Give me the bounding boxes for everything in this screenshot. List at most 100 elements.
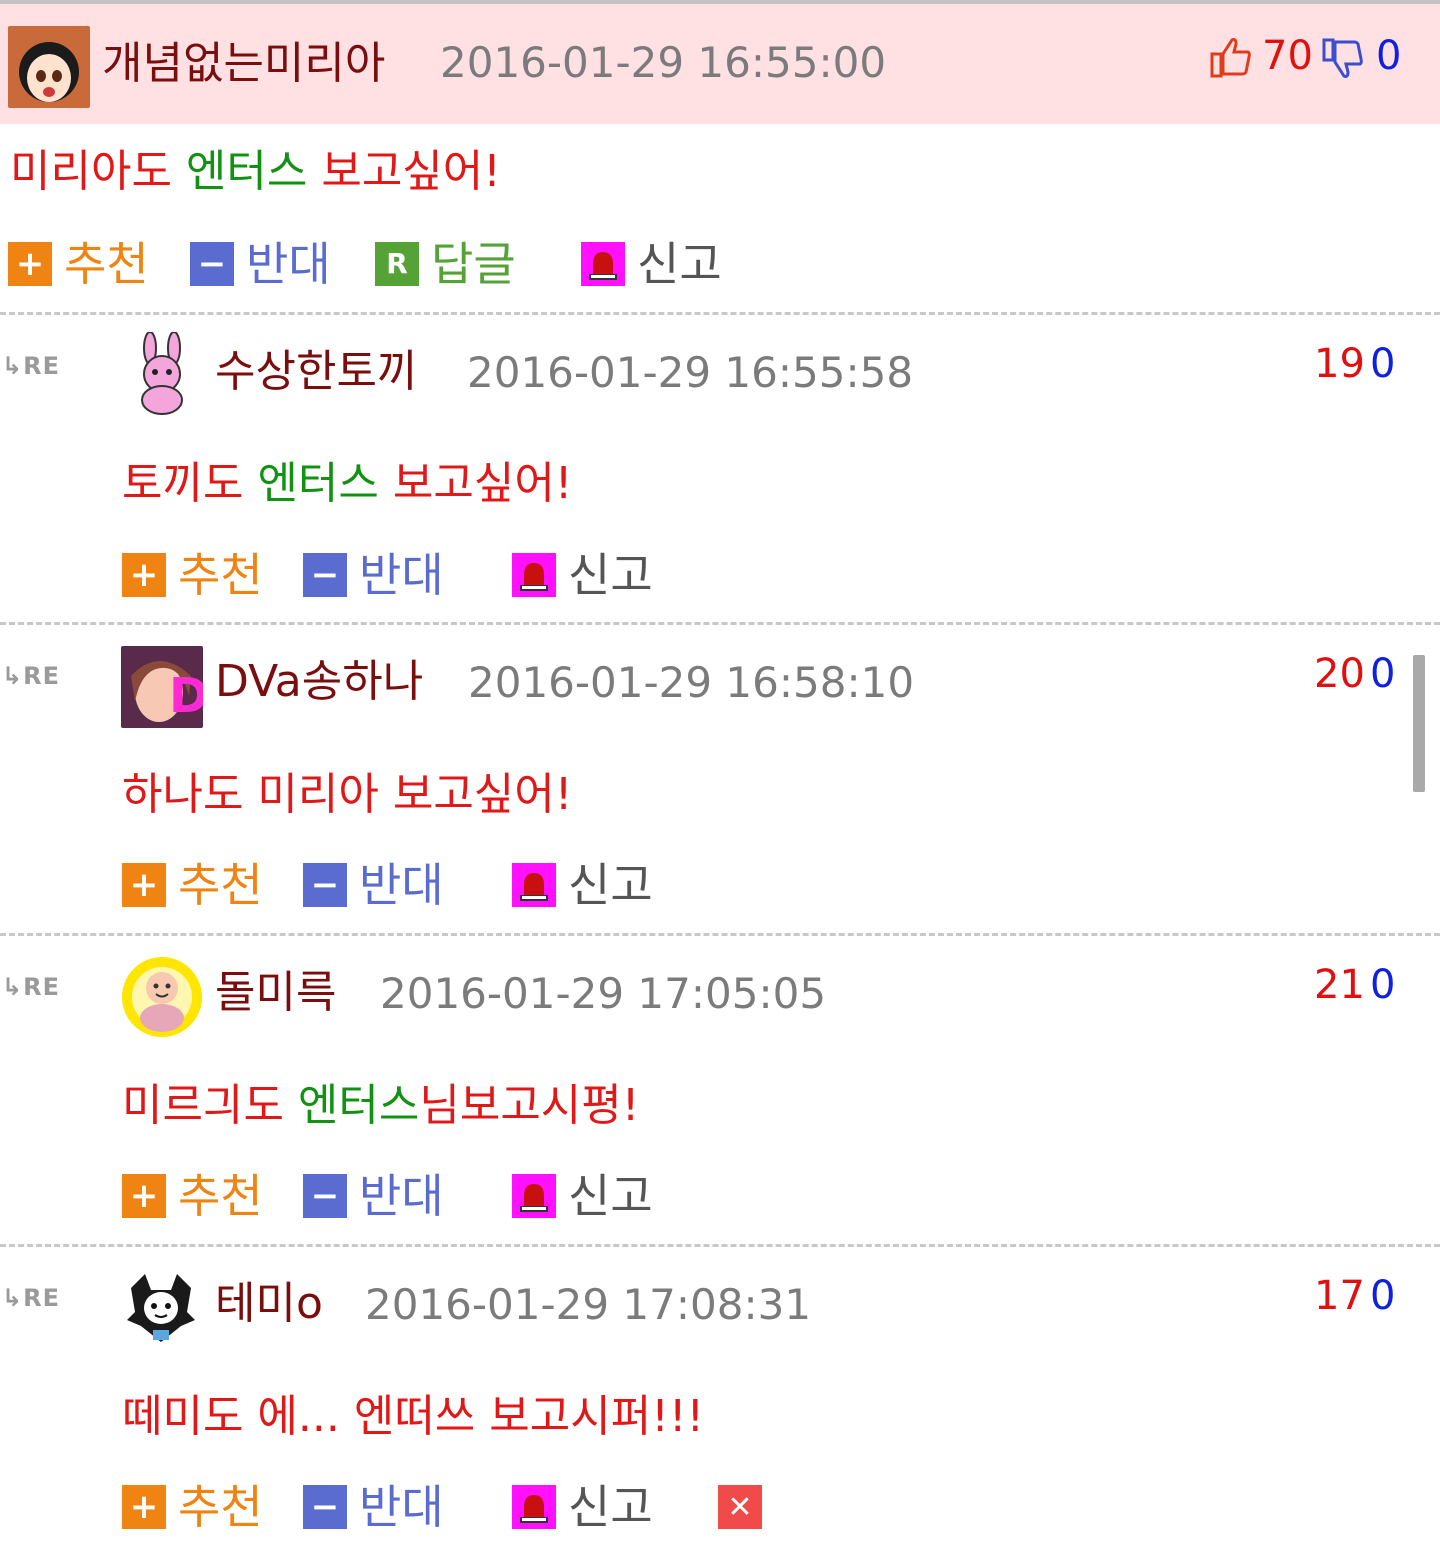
recommend-button[interactable]: + 추천	[122, 861, 263, 909]
body-text-segment: 토끼도	[122, 458, 258, 509]
recommend-label: 추천	[178, 548, 263, 602]
minus-icon: −	[303, 863, 347, 907]
upvote-count: 17	[1314, 1273, 1365, 1319]
recommend-label: 추천	[178, 1169, 263, 1223]
avatar[interactable]	[8, 26, 90, 108]
scrollbar[interactable]	[1413, 655, 1425, 792]
siren-icon	[512, 863, 556, 907]
report-button[interactable]: 신고	[512, 1172, 653, 1220]
divider	[0, 1244, 1440, 1247]
oppose-button[interactable]: − 반대	[190, 240, 331, 288]
comment-actions: + 추천 − 반대 R 답글 신고	[8, 240, 808, 288]
main-comment-header: 개념없는미리아 2016-01-29 16:55:00 70 0	[0, 4, 1440, 124]
comment-actions: + 추천 − 반대 신고	[122, 861, 822, 909]
downvote-count: 0	[1376, 33, 1402, 79]
reply-arrow-icon: ↳RE	[2, 1284, 60, 1312]
downvote-count: 0	[1370, 651, 1396, 697]
username[interactable]: DVa송하나	[215, 660, 423, 704]
plus-icon: +	[122, 1485, 166, 1529]
body-text-segment: 님보고시평!	[419, 1080, 640, 1131]
body-text-segment: 떼미도 에... 엔떠쓰 보고시퍼!!!	[122, 1391, 705, 1442]
timestamp: 2016-01-29 16:55:00	[440, 38, 887, 87]
recommend-label: 추천	[178, 858, 263, 912]
body-text-segment: 하나도 미리아 보고싶어!	[122, 769, 573, 820]
username[interactable]: 테미o	[215, 1282, 323, 1326]
upvote-count: 21	[1314, 962, 1365, 1008]
body-text-segment: 엔터스	[185, 146, 308, 197]
siren-icon	[512, 553, 556, 597]
plus-icon: +	[122, 1174, 166, 1218]
avatar[interactable]	[122, 332, 202, 416]
comment-actions: + 추천 − 반대 신고	[122, 551, 822, 599]
oppose-button[interactable]: − 반대	[303, 551, 444, 599]
siren-icon	[581, 242, 625, 286]
recommend-button[interactable]: + 추천	[122, 551, 263, 599]
re-label: RE	[23, 973, 60, 1001]
upvote-count: 20	[1314, 651, 1365, 697]
plus-icon: +	[122, 863, 166, 907]
comment-body: 하나도 미리아 보고싶어!	[122, 773, 572, 817]
reply-arrow-icon: ↳RE	[2, 973, 60, 1001]
body-text-segment: 보고싶어!	[378, 458, 573, 509]
downvote-count: 0	[1370, 962, 1396, 1008]
username[interactable]: 개념없는미리아	[102, 42, 385, 86]
recommend-button[interactable]: + 추천	[122, 1483, 263, 1531]
avatar[interactable]	[121, 1268, 201, 1348]
re-label: RE	[23, 352, 60, 380]
timestamp: 2016-01-29 17:05:05	[380, 969, 827, 1018]
vote-counts: 20 0	[1314, 654, 1395, 694]
report-label: 신고	[637, 237, 722, 291]
recommend-button[interactable]: + 추천	[8, 240, 149, 288]
username[interactable]: 돌미륵	[215, 971, 336, 1015]
report-button[interactable]: 신고	[512, 551, 653, 599]
reply-arrow-icon: ↳RE	[2, 662, 60, 690]
oppose-label: 반대	[359, 1169, 444, 1223]
oppose-button[interactable]: − 반대	[303, 1172, 444, 1220]
recommend-label: 추천	[178, 1480, 263, 1534]
oppose-button[interactable]: − 반대	[303, 861, 444, 909]
downvote-count: 0	[1370, 1273, 1396, 1319]
re-label: RE	[23, 1284, 60, 1312]
body-text-segment: 미리아도	[10, 146, 186, 197]
body-text-segment: 엔터스	[257, 458, 379, 509]
reply-label: 답글	[431, 237, 516, 291]
avatar[interactable]	[121, 956, 203, 1038]
thumbs-down-icon[interactable]	[1322, 38, 1364, 80]
reply-button[interactable]: R 답글	[375, 240, 516, 288]
body-text-segment: 보고싶어!	[307, 146, 501, 197]
re-label: RE	[23, 662, 60, 690]
comment-body: 미리아도 엔터스 보고싶어!	[10, 150, 501, 194]
username[interactable]: 수상한토끼	[215, 350, 417, 394]
vote-counts: 17 0	[1314, 1276, 1395, 1316]
oppose-label: 반대	[359, 548, 444, 602]
avatar[interactable]: D	[121, 646, 203, 728]
timestamp: 2016-01-29 16:58:10	[468, 658, 915, 707]
vote-counts: 21 0	[1314, 965, 1395, 1005]
upvote-count: 70	[1262, 33, 1313, 79]
report-button[interactable]: 신고	[581, 240, 722, 288]
plus-icon: +	[122, 553, 166, 597]
recommend-button[interactable]: + 추천	[122, 1172, 263, 1220]
oppose-label: 반대	[359, 1480, 444, 1534]
divider	[0, 312, 1440, 315]
report-button[interactable]: 신고	[512, 1483, 653, 1531]
report-button[interactable]: 신고	[512, 861, 653, 909]
report-label: 신고	[568, 858, 653, 912]
divider	[0, 933, 1440, 936]
reply-arrow-icon: ↳RE	[2, 352, 60, 380]
body-text-segment: 엔터스	[297, 1080, 420, 1131]
oppose-label: 반대	[359, 858, 444, 912]
timestamp: 2016-01-29 17:08:31	[365, 1280, 812, 1329]
oppose-label: 반대	[246, 237, 331, 291]
upvote-count: 19	[1314, 341, 1365, 387]
delete-x-icon[interactable]: ✕	[718, 1485, 762, 1529]
thumbs-up-icon[interactable]	[1210, 36, 1252, 78]
comment-actions: + 추천 − 반대 신고 ✕	[122, 1483, 822, 1531]
timestamp: 2016-01-29 16:55:58	[467, 348, 914, 397]
report-label: 신고	[568, 548, 653, 602]
comment-actions: + 추천 − 반대 신고	[122, 1172, 822, 1220]
comment-body: 미르긔도 엔터스님보고시평!	[122, 1084, 639, 1128]
oppose-button[interactable]: − 반대	[303, 1483, 444, 1531]
minus-icon: −	[303, 553, 347, 597]
minus-icon: −	[303, 1485, 347, 1529]
